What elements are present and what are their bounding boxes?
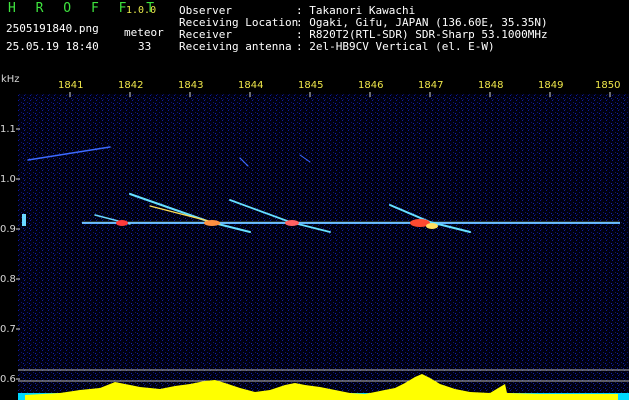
info-value-antenna: : 2el-HB9CV Vertical (el. E-W) bbox=[296, 40, 495, 53]
left-marker bbox=[22, 214, 26, 226]
noise-background bbox=[18, 94, 629, 400]
file-name: 2505191840.png bbox=[6, 22, 99, 35]
meteor-count: 33 bbox=[138, 40, 152, 53]
info-label-antenna: Receiving antenna bbox=[179, 40, 292, 53]
app-version: 1.0.0 bbox=[126, 5, 157, 16]
file-datetime: 25.05.19 18:40 bbox=[6, 40, 99, 53]
spectrogram-plot bbox=[16, 92, 629, 400]
header-panel: H R O F F T 1.0.0 2505191840.png 25.05.1… bbox=[0, 0, 629, 72]
meteor-label: meteor bbox=[124, 26, 164, 39]
